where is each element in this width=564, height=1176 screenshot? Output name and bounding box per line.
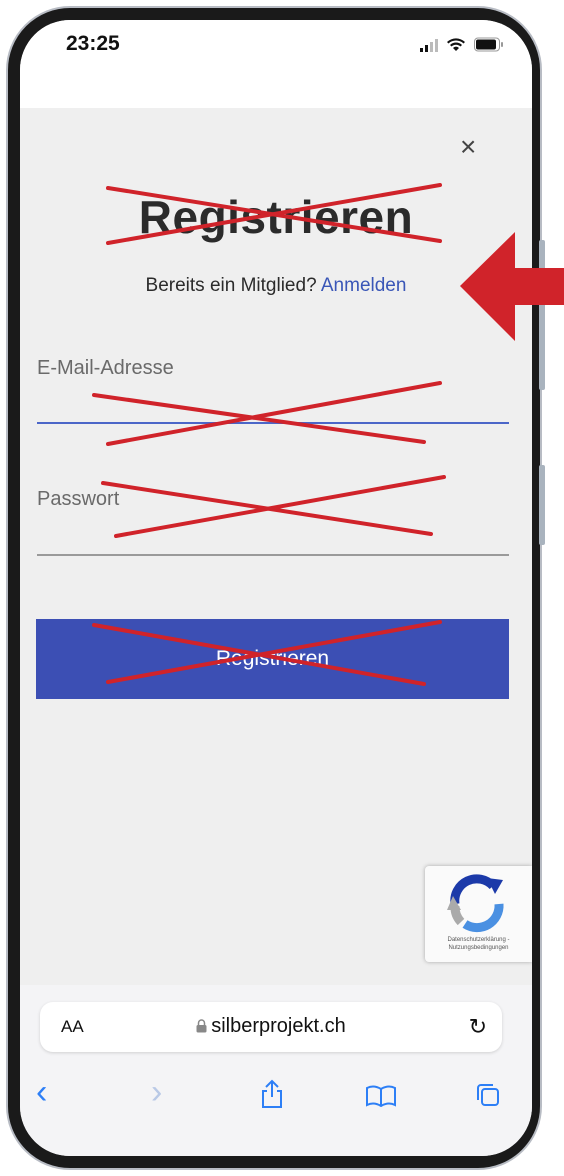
address-bar[interactable]: AA silberprojekt.ch ↻ <box>40 1002 502 1052</box>
tabs-icon[interactable] <box>476 1083 500 1107</box>
member-prompt-row: Bereits ein Mitglied? Anmelden <box>20 275 532 297</box>
lock-icon <box>196 1019 207 1033</box>
close-icon[interactable]: × <box>460 133 476 161</box>
status-icons <box>420 37 504 52</box>
share-icon[interactable] <box>260 1079 284 1109</box>
forward-icon[interactable]: › <box>151 1073 162 1112</box>
browser-bottom-bar: AA silberprojekt.ch ↻ ‹ › <box>20 985 532 1156</box>
page-title: Registrieren <box>138 191 414 243</box>
screen: 23:25 × Registrieren Bereits ein Mitglie… <box>20 20 532 1156</box>
url-display[interactable]: silberprojekt.ch <box>40 1015 502 1038</box>
wifi-icon <box>447 38 465 51</box>
email-field[interactable] <box>37 422 509 424</box>
status-bar: 23:25 <box>20 20 532 108</box>
recaptcha-icon <box>447 874 504 933</box>
email-field-label: E-Mail-Adresse <box>37 357 174 379</box>
password-field[interactable] <box>37 554 509 556</box>
reload-icon[interactable]: ↻ <box>469 1014 487 1040</box>
battery-icon <box>474 37 503 52</box>
bookmarks-icon[interactable] <box>366 1085 396 1107</box>
side-button <box>539 465 545 545</box>
signal-icon <box>420 38 438 52</box>
status-time: 23:25 <box>66 32 120 55</box>
member-prompt: Bereits ein Mitglied? <box>145 275 317 296</box>
back-icon[interactable]: ‹ <box>36 1073 47 1112</box>
url-text: silberprojekt.ch <box>211 1015 346 1037</box>
login-link[interactable]: Anmelden <box>321 275 407 296</box>
recaptcha-links: Datenschutzerklärung - Nutzungsbedingung… <box>425 936 532 952</box>
recaptcha-badge[interactable]: Datenschutzerklärung - Nutzungsbedingung… <box>425 866 532 962</box>
register-button[interactable]: Registrieren <box>36 619 509 699</box>
terms-link[interactable]: Nutzungsbedingungen <box>425 944 532 952</box>
volume-button <box>539 240 545 390</box>
privacy-link[interactable]: Datenschutzerklärung - <box>425 936 532 944</box>
password-field-label: Passwort <box>37 488 120 510</box>
